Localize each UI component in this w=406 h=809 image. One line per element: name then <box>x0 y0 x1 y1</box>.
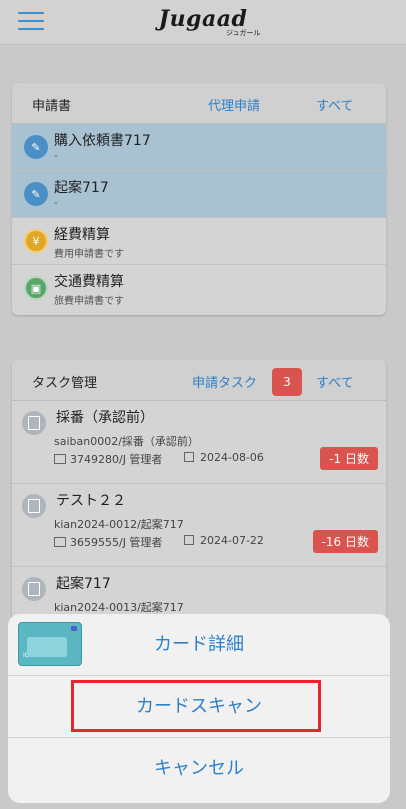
task-user: 3749280/J 管理者 <box>54 451 162 467</box>
card-dot <box>71 626 77 631</box>
train-icon: ▣ <box>24 276 48 300</box>
application-item[interactable]: ▣ 交通費精算 旅費申請書です <box>12 265 386 311</box>
task-subtitle: kian2024-0013/起案717 <box>54 601 184 614</box>
days-badge: -1 日数 <box>320 447 378 470</box>
document-icon <box>22 577 46 601</box>
days-badge: -16 日数 <box>312 530 378 553</box>
task-count-badge: 3 <box>272 368 302 396</box>
application-title: 経費精算 <box>54 227 110 243</box>
pin-icon: ✎ <box>24 135 48 159</box>
application-item[interactable]: ✎ 購入依頼書717 - <box>12 124 386 171</box>
applications-card: 申請書 代理申請 すべて ✎ 購入依頼書717 - ✎ 起案717 - ¥ 経費… <box>12 83 386 315</box>
application-item[interactable]: ✎ 起案717 - <box>12 171 386 218</box>
task-item[interactable]: テスト２２ kian2024-0012/起案717 3659555/J 管理者 … <box>12 484 386 567</box>
id-card-icon <box>54 454 66 464</box>
document-icon <box>22 494 46 518</box>
task-user: 3659555/J 管理者 <box>54 534 162 550</box>
cancel-label: キャンセル <box>154 758 244 779</box>
task-date-label: 2024-08-06 <box>200 451 264 464</box>
task-title: テスト２２ <box>56 493 126 509</box>
task-date: 2024-07-22 <box>184 534 264 547</box>
ic-card-icon: IC カード <box>18 622 82 666</box>
task-subtitle: kian2024-0012/起案717 <box>54 518 184 531</box>
applications-title: 申請書 <box>32 99 72 114</box>
task-title: 起案717 <box>56 576 111 592</box>
highlight-box <box>71 680 321 732</box>
id-card-icon <box>54 537 66 547</box>
action-sheet: IC カード カード詳細 カードスキャン キャンセル <box>8 614 390 803</box>
request-tasks-link[interactable]: 申請タスク <box>192 372 257 391</box>
calendar-icon <box>184 535 194 545</box>
tasks-card: タスク管理 申請タスク 3 すべて 採番（承認前） saiban0002/採番（… <box>12 360 386 630</box>
task-date-label: 2024-07-22 <box>200 534 264 547</box>
task-title: 採番（承認前） <box>56 410 154 426</box>
card-detail-button[interactable]: IC カード カード詳細 <box>8 614 390 676</box>
task-date: 2024-08-06 <box>184 451 264 464</box>
application-subtitle: - <box>54 151 58 162</box>
document-icon <box>22 411 46 435</box>
yen-icon: ¥ <box>24 229 48 253</box>
application-item[interactable]: ¥ 経費精算 費用申請書です <box>12 218 386 265</box>
tasks-header: タスク管理 申請タスク 3 すべて <box>12 360 386 401</box>
calendar-icon <box>184 452 194 462</box>
tasks-title: タスク管理 <box>32 376 98 391</box>
task-item[interactable]: 採番（承認前） saiban0002/採番（承認前） 3749280/J 管理者… <box>12 401 386 484</box>
app-header: Jugaad ジュガール <box>0 0 406 45</box>
app-logo: Jugaad <box>158 6 248 32</box>
task-user-label: 3659555/J 管理者 <box>70 536 163 549</box>
tasks-all-link[interactable]: すべて <box>316 372 354 391</box>
proxy-application-link[interactable]: 代理申請 <box>208 95 260 114</box>
application-title: 起案717 <box>54 180 109 196</box>
card-chip <box>27 637 67 657</box>
application-subtitle: 費用申請書です <box>54 249 124 260</box>
application-title: 購入依頼書717 <box>54 133 151 149</box>
cancel-button[interactable]: キャンセル <box>8 738 390 799</box>
application-subtitle: - <box>54 198 58 209</box>
application-title: 交通費精算 <box>54 274 124 290</box>
application-subtitle: 旅費申請書です <box>54 296 124 307</box>
task-user-label: 3749280/J 管理者 <box>70 453 163 466</box>
card-detail-label: カード詳細 <box>154 634 244 655</box>
pin-icon: ✎ <box>24 182 48 206</box>
task-subtitle: saiban0002/採番（承認前） <box>54 435 199 448</box>
applications-header: 申請書 代理申請 すべて <box>12 83 386 124</box>
applications-all-link[interactable]: すべて <box>316 95 354 114</box>
app-logo-sub: ジュガール <box>226 29 261 37</box>
